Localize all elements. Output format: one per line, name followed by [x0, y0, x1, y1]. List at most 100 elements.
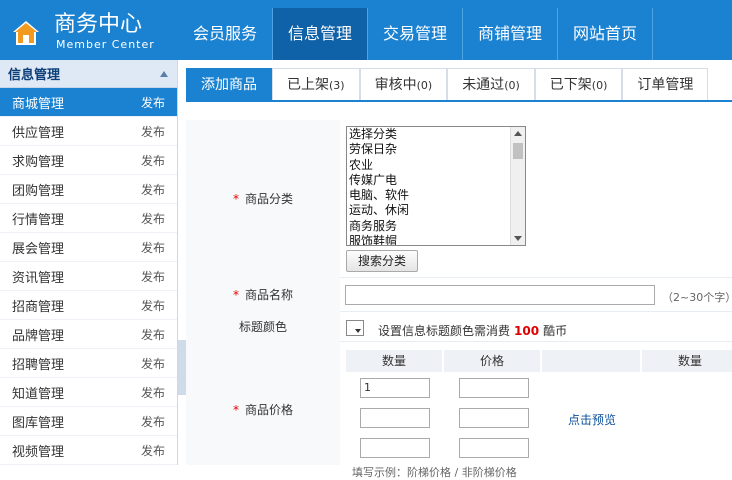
nav-shop-management[interactable]: 商铺管理	[463, 8, 558, 60]
publish-link[interactable]: 发布	[141, 297, 165, 314]
category-listbox[interactable]: 选择分类 劳保日杂 农业 传媒广电 电脑、软件 运动、休闲 商务服务 服饰鞋帽	[346, 126, 526, 246]
product-name-input[interactable]	[345, 285, 655, 305]
publish-link[interactable]: 发布	[141, 239, 165, 256]
category-label-text: 商品分类	[244, 192, 293, 206]
nav-site-home[interactable]: 网站首页	[558, 8, 653, 60]
tab-count: (0)	[504, 79, 520, 92]
required-mark: *	[232, 192, 239, 206]
tab-label: 已上架	[287, 77, 329, 93]
sidebar-item-market[interactable]: 行情管理 发布	[0, 204, 177, 233]
sidebar-item-label: 视频管理	[12, 444, 65, 460]
search-category-button[interactable]: 搜索分类	[346, 250, 418, 272]
price-row: * 商品价格 数量 价格 数量 1 点击预览 填写示例：阶梯价格 / 非阶梯价格	[186, 342, 732, 479]
publish-link[interactable]: 发布	[141, 268, 165, 285]
sidebar-item-supply[interactable]: 供应管理 发布	[0, 117, 177, 146]
publish-link[interactable]: 发布	[141, 152, 165, 169]
price-example-text: 填写示例：阶梯价格 / 非阶梯价格	[352, 466, 517, 479]
sidebar: 信息管理 商城管理 发布 供应管理 发布 求购管理 发布 团购管理 发布 行情管理 发布 …	[0, 60, 178, 465]
app-subtitle: Member Center	[56, 38, 155, 51]
publish-link[interactable]: 发布	[141, 94, 165, 111]
nav-member-service[interactable]: 会员服务	[178, 8, 273, 60]
tab-orders[interactable]: 订单管理	[622, 68, 709, 100]
sidebar-item-brand[interactable]: 品牌管理 发布	[0, 320, 177, 349]
sidebar-item-label: 求购管理	[12, 154, 65, 170]
tab-label: 未通过	[462, 77, 505, 93]
qty-input[interactable]	[360, 408, 430, 428]
category-option[interactable]: 运动、休闲	[347, 203, 525, 218]
category-option[interactable]: 商务服务	[347, 219, 525, 234]
sidebar-item-news[interactable]: 资讯管理 发布	[0, 262, 177, 291]
category-option[interactable]: 服饰鞋帽	[347, 234, 525, 245]
publish-link[interactable]: 发布	[141, 355, 165, 372]
sidebar-item-purchase[interactable]: 求购管理 发布	[0, 146, 177, 175]
tab-on-shelf[interactable]: 已上架(3)	[272, 68, 360, 100]
note-suffix: 酷币	[543, 324, 568, 338]
category-option[interactable]: 劳保日杂	[347, 142, 525, 157]
category-label: * 商品分类	[186, 120, 340, 278]
publish-link[interactable]: 发布	[141, 384, 165, 401]
chevron-up-icon[interactable]	[159, 70, 169, 78]
tab-label: 添加商品	[201, 77, 257, 93]
scroll-thumb[interactable]	[513, 143, 523, 159]
publish-link[interactable]: 发布	[141, 442, 165, 459]
home-icon	[13, 21, 39, 45]
sidebar-item-label: 展会管理	[12, 241, 65, 257]
cost-value: 100	[514, 324, 540, 338]
color-picker[interactable]	[346, 320, 364, 336]
publish-link[interactable]: 发布	[141, 326, 165, 343]
price-input[interactable]	[459, 408, 529, 428]
sidebar-item-label: 资讯管理	[12, 270, 65, 286]
required-mark: *	[232, 288, 239, 302]
category-option[interactable]: 选择分类	[347, 127, 525, 142]
sidebar-item-recruit[interactable]: 招聘管理 发布	[0, 349, 177, 378]
sidebar-item-know[interactable]: 知道管理 发布	[0, 378, 177, 407]
sidebar-heading: 信息管理	[8, 68, 61, 83]
publish-link[interactable]: 发布	[141, 210, 165, 227]
sidebar-item-exhibition[interactable]: 展会管理 发布	[0, 233, 177, 262]
price-header: 价格	[444, 350, 540, 372]
scroll-up-icon[interactable]	[514, 131, 522, 136]
category-row: * 商品分类 选择分类 劳保日杂 农业 传媒广电 电脑、软件 运动、休闲 商务服务…	[186, 120, 732, 278]
tab-label: 已下架	[549, 77, 592, 93]
preview-link[interactable]: 点击预览	[568, 411, 616, 428]
price-input[interactable]	[459, 438, 529, 458]
sidebar-item-gallery[interactable]: 图库管理 发布	[0, 407, 177, 436]
price-label-text: 商品价格	[244, 403, 293, 417]
nav-trade-management[interactable]: 交易管理	[368, 8, 463, 60]
sidebar-header[interactable]: 信息管理	[0, 60, 177, 88]
nav-info-management[interactable]: 信息管理	[273, 8, 368, 60]
tab-rejected[interactable]: 未通过(0)	[447, 68, 535, 100]
price-input[interactable]	[459, 378, 529, 398]
publish-link[interactable]: 发布	[141, 123, 165, 140]
publish-link[interactable]: 发布	[141, 181, 165, 198]
sidebar-item-label: 图库管理	[12, 415, 65, 431]
sidebar-item-group-buy[interactable]: 团购管理 发布	[0, 175, 177, 204]
brand: 商务中心 Member Center	[0, 0, 178, 60]
category-option[interactable]: 电脑、软件	[347, 188, 525, 203]
qty-input[interactable]: 1	[360, 378, 430, 398]
sidebar-collapse-handle[interactable]	[178, 340, 186, 395]
publish-link[interactable]: 发布	[141, 413, 165, 430]
qty-header: 数量	[346, 350, 442, 372]
tab-count: (3)	[329, 79, 345, 92]
price-label: * 商品价格	[186, 342, 340, 465]
top-nav: 会员服务 信息管理 交易管理 商铺管理 网站首页	[178, 8, 653, 60]
category-option[interactable]: 农业	[347, 158, 525, 173]
qty-input[interactable]	[360, 438, 430, 458]
sidebar-item-label: 供应管理	[12, 125, 65, 141]
main-content: 添加商品 已上架(3) 审核中(0) 未通过(0) 已下架(0) 订单管理 * 商…	[186, 60, 732, 479]
sidebar-item-label: 知道管理	[12, 386, 65, 402]
sidebar-item-mall[interactable]: 商城管理 发布	[0, 88, 177, 117]
listbox-scrollbar[interactable]	[510, 127, 525, 245]
scroll-down-icon[interactable]	[514, 236, 522, 241]
tab-reviewing[interactable]: 审核中(0)	[359, 68, 448, 100]
title-color-field: 设置信息标题颜色需消费 100 酷币	[344, 312, 732, 342]
blank-header	[542, 350, 640, 372]
tab-count: (0)	[591, 79, 608, 92]
sidebar-item-label: 商城管理	[12, 96, 65, 112]
tab-add-product[interactable]: 添加商品	[186, 68, 272, 100]
category-option[interactable]: 传媒广电	[347, 173, 525, 188]
tab-off-shelf[interactable]: 已下架(0)	[534, 68, 623, 100]
sidebar-item-video[interactable]: 视频管理 发布	[0, 436, 177, 465]
sidebar-item-investment[interactable]: 招商管理 发布	[0, 291, 177, 320]
